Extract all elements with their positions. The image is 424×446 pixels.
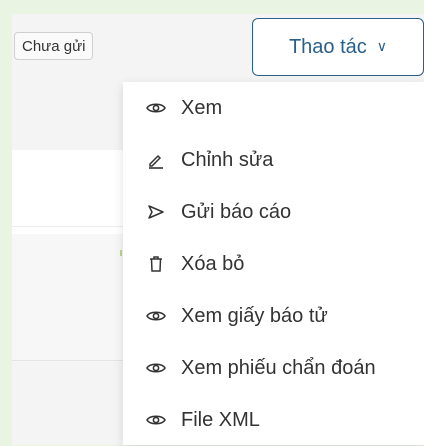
actions-button-label: Thao tác — [288, 35, 367, 58]
actions-menu: Xem Chỉnh sửa Gửi báo cáo Xóa bỏ Xem giấ… — [123, 82, 424, 445]
row-marker — [120, 250, 122, 256]
menu-item-label: File XML — [181, 408, 260, 431]
menu-item-file-xml[interactable]: File XML — [123, 394, 424, 446]
edit-icon — [145, 149, 167, 171]
status-badge: Chưa gửi — [14, 32, 94, 60]
eye-icon — [145, 305, 167, 327]
menu-item-view-diagnosis-form[interactable]: Xem phiếu chẩn đoán — [123, 342, 424, 394]
menu-item-label: Xem phiếu chẩn đoán — [181, 356, 376, 379]
eye-icon — [145, 357, 167, 379]
menu-item-view[interactable]: Xem — [123, 82, 424, 134]
menu-item-view-death-certificate[interactable]: Xem giấy báo tử — [123, 290, 424, 342]
menu-item-label: Chỉnh sửa — [181, 148, 274, 171]
eye-icon — [145, 97, 167, 119]
menu-item-delete[interactable]: Xóa bỏ — [123, 238, 424, 290]
menu-item-label: Xem — [181, 96, 223, 119]
actions-dropdown-button[interactable]: Thao tác ∨ — [252, 18, 424, 76]
menu-item-label: Gửi báo cáo — [181, 200, 292, 223]
menu-item-label: Xem giấy báo tử — [181, 304, 328, 327]
menu-item-send-report[interactable]: Gửi báo cáo — [123, 186, 424, 238]
eye-icon — [145, 409, 167, 431]
menu-item-edit[interactable]: Chỉnh sửa — [123, 134, 424, 186]
menu-item-label: Xóa bỏ — [181, 252, 245, 275]
trash-icon — [145, 253, 167, 275]
send-icon — [145, 201, 167, 223]
chevron-down-icon: ∨ — [376, 37, 388, 54]
